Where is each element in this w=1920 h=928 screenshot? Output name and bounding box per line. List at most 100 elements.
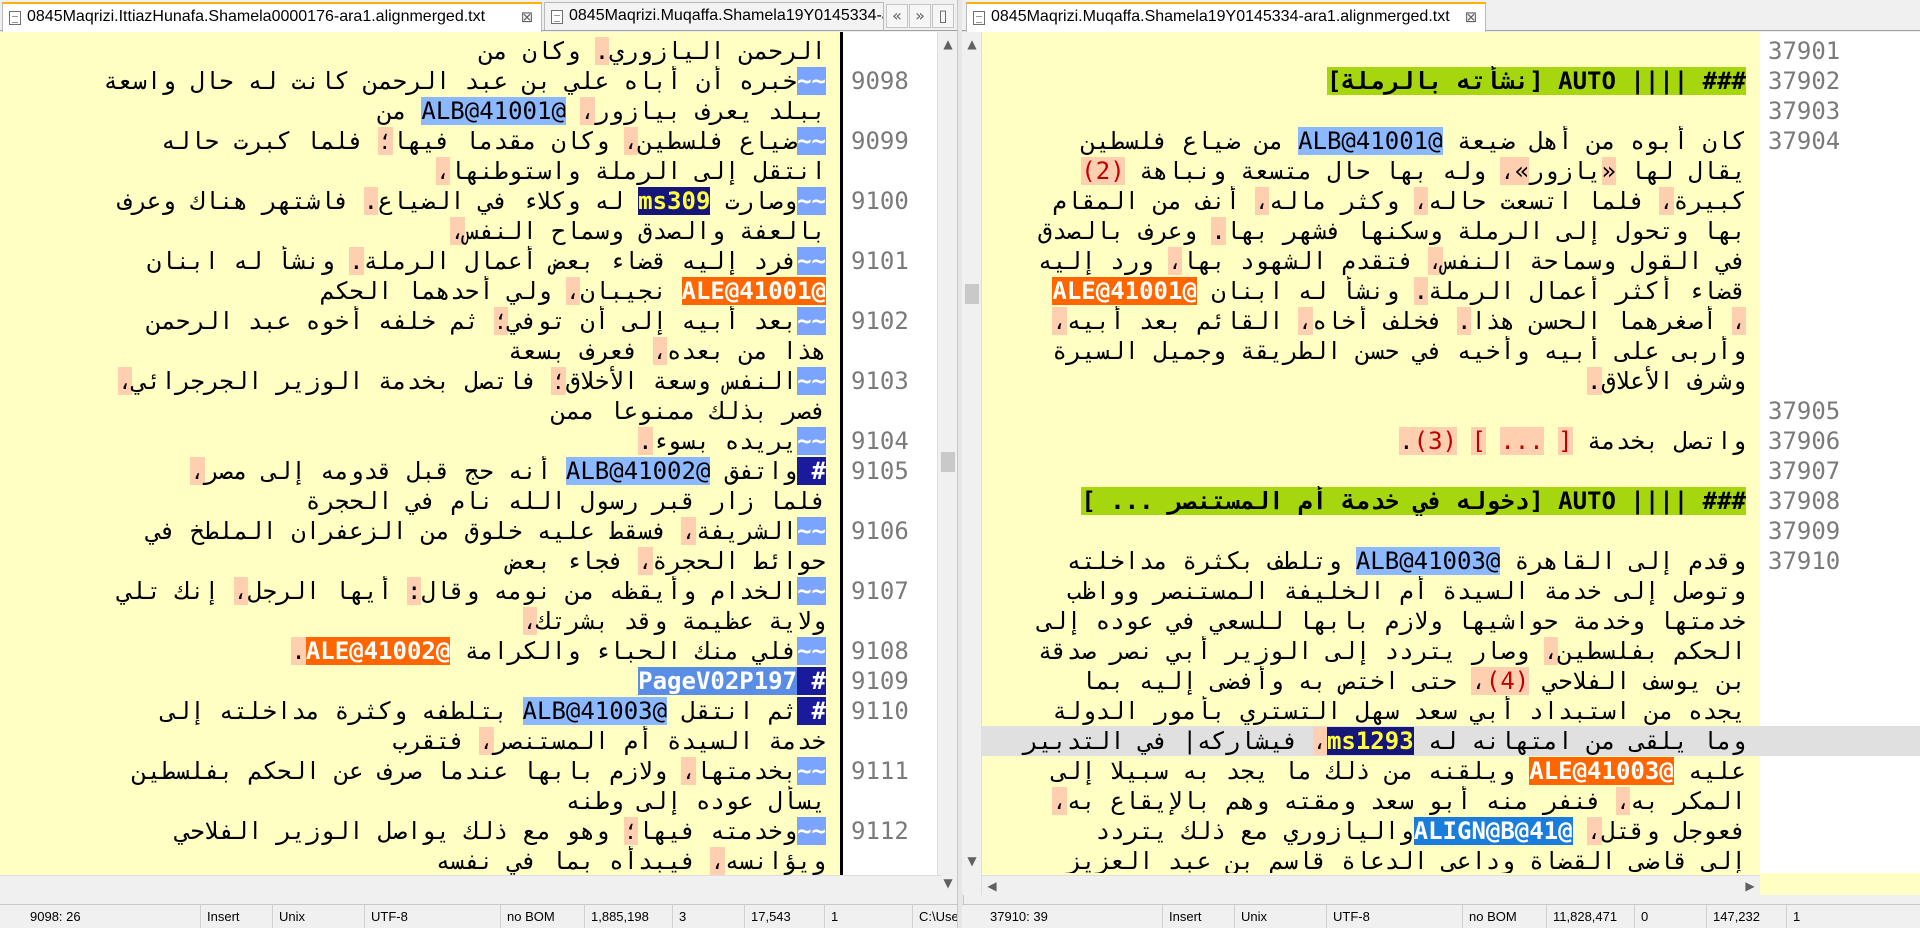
text-line[interactable]: خدمة السيدة أم المستنصر، فتقرب — [0, 726, 840, 756]
text-line[interactable]: بن يوسف الفلاحي (4)، حتى اختص به وأفضى إ… — [982, 666, 1760, 696]
text-run: حوائط الحجرة — [652, 547, 826, 575]
line-number — [843, 156, 937, 186]
text-line[interactable]: عليه @ALE@41003 ويلقنه من ذلك ما يجد به … — [982, 756, 1760, 786]
scroll-up-icon[interactable]: ▲ — [938, 34, 958, 54]
text-line[interactable]: وتوصل إلى خدمة السيدة أم الخليفة المستنص… — [982, 576, 1760, 606]
token-pm: ؛ — [493, 307, 509, 335]
text-line[interactable]: فلما زار قبر رسول الله نام في الحجرة — [0, 486, 840, 516]
token-tilde: ~~ — [797, 817, 826, 845]
text-line[interactable]: المكر به، فنفر منه أبو سعد ومقته وهم بال… — [982, 786, 1760, 816]
text-line[interactable]: وما يلقى من امتهانه له ms1293، فيشاركه| … — [982, 726, 1760, 756]
text-line[interactable]: # ثم انتقل @ALB@41003 بتلطفه وكثرة مداخل… — [0, 696, 840, 726]
close-icon[interactable]: ⊠ — [518, 8, 536, 26]
text-line[interactable]: ، أصغرهما الحسن هذا. فخلف أخاه، القائم ب… — [982, 306, 1760, 336]
text-line[interactable]: ~~الشريفة، فسقط عليه خلوق من الزعفران ال… — [0, 516, 840, 546]
token-align: @ALIGN@B@41 — [1413, 817, 1573, 845]
text-line[interactable]: حوائط الحجرة، فجاء بعض — [0, 546, 840, 576]
status-field: 1,885,198 — [584, 905, 672, 928]
text-line[interactable]: ~~بعد أبيه إلى أن توفي؛ ثم خلفه أخوه عبد… — [0, 306, 840, 336]
text-line[interactable]: يجده من استبداد أبي سعد سهل التستري بأمو… — [982, 696, 1760, 726]
text-run: فيبدأه بما في نفسه — [435, 847, 711, 875]
text-line[interactable]: بها وتحول إلى الرملة وسكنها فشهر بها. وع… — [982, 216, 1760, 246]
text-line[interactable] — [982, 96, 1760, 126]
text-line[interactable]: واتصل بخدمة [ ... ] (3). — [982, 426, 1760, 456]
text-line[interactable]: فعوجل وقتل، @ALIGN@B@41واليازوري مع ذلك … — [982, 816, 1760, 846]
text-line[interactable]: ~~يريده بسوء. — [0, 426, 840, 456]
text-line[interactable]: @ALE@41001 نجيبان، ولي أحدهما الحكم — [0, 276, 840, 306]
text-line[interactable]: ~~النفس وسعة الأخلاق؛ فاتصل بخدمة الوزير… — [0, 366, 840, 396]
tab-muqaffa-file-right[interactable]: 0845Maqrizi.Muqaffa.Shamela19Y0145334-ar… — [966, 2, 1486, 32]
text-line[interactable]: الحكم بفلسطين، وصار يتردد إلى الوزير أبي… — [982, 636, 1760, 666]
text-line[interactable]: في القول وسماحة النفس، فتقدم الشهود بها،… — [982, 246, 1760, 276]
tab-list-icon[interactable]: ▯ — [932, 4, 954, 28]
line-number: 9100 — [851, 187, 909, 215]
text-line[interactable]: هذا من بعده، فعرف بسعة — [0, 336, 840, 366]
scroll-left-icon[interactable]: ◀ — [982, 876, 1002, 895]
text-line[interactable]: # PageV02P197 — [0, 666, 840, 696]
left-horizontal-scrollbar[interactable] — [0, 875, 942, 895]
right-text-area[interactable]: ### |||| AUTO [نشأته بالرملة] كان أبوه من… — [982, 32, 1760, 873]
left-vertical-scrollbar[interactable]: ▲ ▼ — [937, 32, 957, 895]
token-pm: ، — [1298, 307, 1313, 335]
tab-muqaffa-file[interactable]: 0845Maqrizi.Muqaffa.Shamela19Y0145334-a — [544, 2, 884, 30]
text-line[interactable]: ### |||| AUTO [دخوله في خدمة أم المستنصر… — [982, 486, 1760, 516]
text-line[interactable] — [982, 396, 1760, 426]
line-number: 9112 — [851, 817, 909, 845]
text-line[interactable]: ~~بخدمتها، ولازم بابها عندما صرف عن الحك… — [0, 756, 840, 786]
close-icon[interactable]: ⊠ — [1462, 8, 1480, 26]
scroll-thumb[interactable] — [965, 284, 979, 304]
text-line[interactable]: ~~وصارت ms309 له وكلاء في الضياع. فاشتهر… — [0, 186, 840, 216]
text-line[interactable]: يقال لها «يازور»، وله بها حال متسعة ونبا… — [982, 156, 1760, 186]
text-line[interactable]: كبيرة، فلما اتسعت حاله، وكثر ماله، أنف م… — [982, 186, 1760, 216]
text-line[interactable]: # واتفق @ALB@41002 أنه حج قبل قدومه إلى … — [0, 456, 840, 486]
text-line[interactable]: خدمتها وخدمة حواشيها ولازم بابها للسعي ف… — [982, 606, 1760, 636]
left-text-area[interactable]: الرحمن اليازوري. وكان من ~~خبره أن أباه ع… — [0, 32, 840, 895]
line-number: 9103 — [851, 367, 909, 395]
text-line[interactable]: ~~ضياع فلسطين، وكان مقدما فيها؛ فلما كبر… — [0, 126, 840, 156]
text-line[interactable]: ويؤانسه، فيبدأه بما في نفسه — [0, 846, 840, 876]
text-line[interactable]: ولاية عظيمة وقد بشرتك، — [0, 606, 840, 636]
right-horizontal-scrollbar[interactable]: ◀ ▶ — [982, 875, 1760, 895]
token-head: ### |||| AUTO [دخوله في خدمة أم المستنصر… — [1081, 487, 1746, 515]
text-line[interactable]: بالعفة والصدق وسماح النفس، — [0, 216, 840, 246]
text-line[interactable] — [982, 456, 1760, 486]
scroll-thumb[interactable] — [941, 452, 955, 472]
text-line[interactable]: الرحمن اليازوري. وكان من — [0, 36, 840, 66]
line-number — [1760, 276, 1920, 306]
text-line[interactable]: قضاء أكثر أعمال الرملة. ونشأ له ابنان @A… — [982, 276, 1760, 306]
text-run: له وكلاء في الضياع — [378, 187, 639, 215]
scroll-right-icon[interactable]: ▶ — [1740, 876, 1760, 895]
text-line[interactable]: ببلد يعرف بيازور، @ALB@41001 من — [0, 96, 840, 126]
text-line[interactable]: ~~الخدام وأيقظه من نومه وقال: أيها الرجل… — [0, 576, 840, 606]
text-run: فلما زار قبر رسول الله نام في الحجرة — [305, 487, 826, 515]
text-line[interactable]: كان أبوه من أهل ضيعة @ALB@41001 من ضياع … — [982, 126, 1760, 156]
scroll-down-icon[interactable]: ▼ — [962, 851, 982, 871]
text-line[interactable]: فصر بذلك ممنوعا ممن — [0, 396, 840, 426]
text-line[interactable]: يسأل عوده إلى وطنه — [0, 786, 840, 816]
text-run: ولازم بابها عندما صرف عن الحكم بفلسطين — [132, 757, 682, 785]
tab-scroll-left-icon[interactable]: « — [886, 4, 908, 28]
text-line[interactable]: وقدم إلى القاهرة @ALB@41003 وتلطف بكثرة … — [982, 546, 1760, 576]
text-line[interactable]: إلى قاضي القضاة وداعي الدعاة قاسم بن عبد… — [982, 846, 1760, 873]
text-line[interactable]: وشرف الأعلاق. — [982, 366, 1760, 396]
tab-scroll-right-icon[interactable]: » — [909, 4, 931, 28]
status-field: 0 — [1634, 905, 1706, 928]
text-line[interactable]: ### |||| AUTO [نشأته بالرملة] — [982, 66, 1760, 96]
text-line[interactable]: ~~وخدمته فيها؛ وهو مع ذلك يواصل الوزير ا… — [0, 816, 840, 846]
text-line[interactable]: ~~فلي منك الحباء والكرامة @ALE@41002. — [0, 636, 840, 666]
text-run — [1573, 817, 1587, 845]
right-vertical-scrollbar[interactable]: ▲ ▼ — [962, 32, 982, 895]
text-line[interactable] — [982, 516, 1760, 546]
left-editor[interactable]: الرحمن اليازوري. وكان من ~~خبره أن أباه ع… — [0, 32, 962, 895]
text-line[interactable] — [982, 36, 1760, 66]
tab-ittiaz-file[interactable]: 0845Maqrizi.IttiazHunafa.Shamela0000176-… — [2, 2, 542, 32]
text-line[interactable]: انتقل إلى الرملة واستوطنها، — [0, 156, 840, 186]
text-line[interactable]: ~~فرد إليه قضاء بعض أعمال الرملة. ونشأ ل… — [0, 246, 840, 276]
line-number: 9098 — [851, 67, 909, 95]
token-pm: : — [406, 577, 422, 605]
text-run: النفس وسعة الأخلاق — [565, 367, 798, 395]
right-editor[interactable]: ▲ ▼ ### |||| AUTO [نشأته بالرملة] كان أبو… — [962, 32, 1920, 895]
text-line[interactable]: وأربى على أبيه وأخيه في حسن الطريقة وجمي… — [982, 336, 1760, 366]
text-line[interactable]: ~~خبره أن أباه علي بن عبد الرحمن كانت له… — [0, 66, 840, 96]
scroll-up-icon[interactable]: ▲ — [962, 34, 982, 54]
